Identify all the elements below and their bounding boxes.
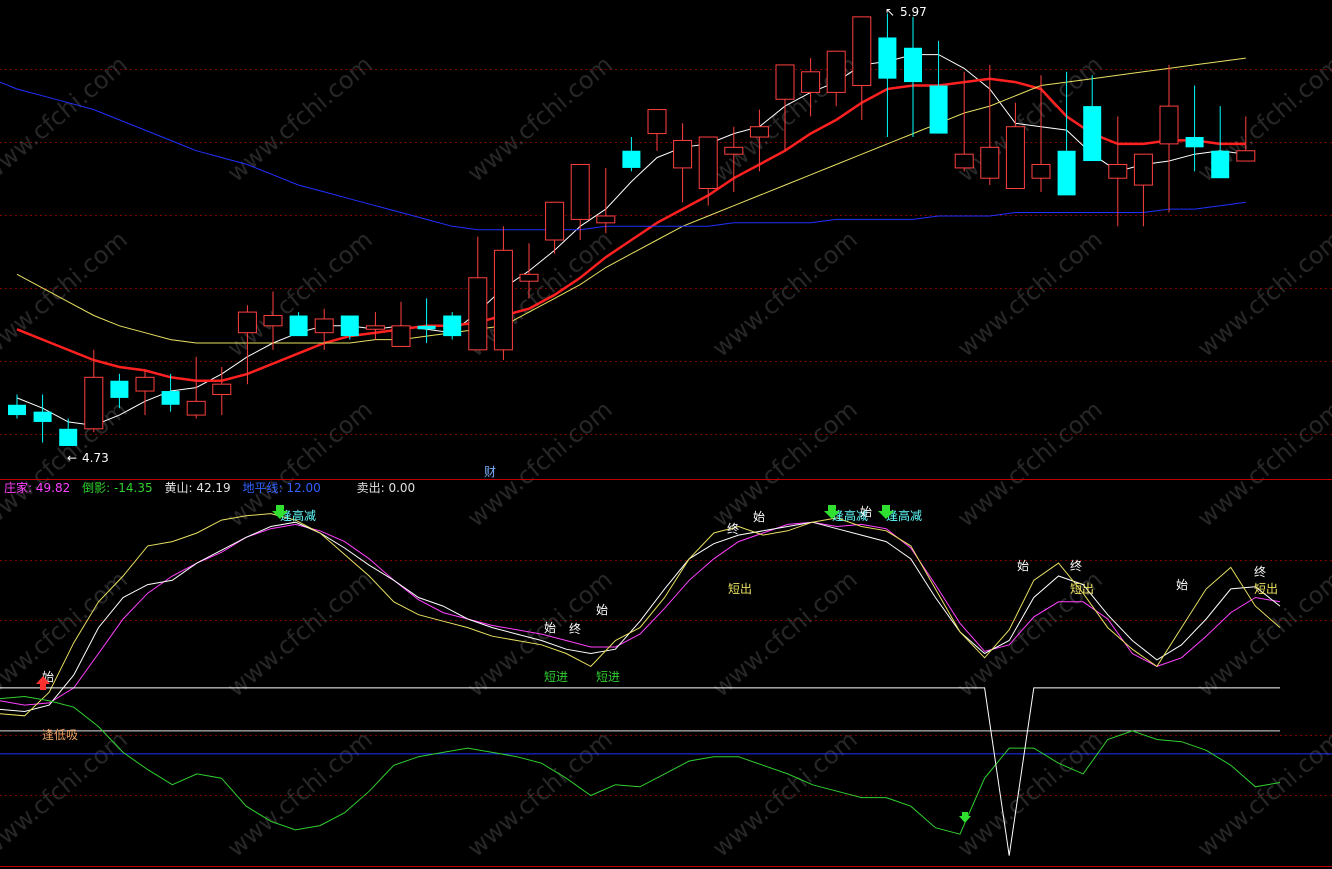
financial-report-marker[interactable]: 财 (484, 465, 496, 479)
candle-body (878, 37, 897, 79)
candle-body (186, 400, 206, 416)
signal-shi: 始 (860, 505, 872, 519)
candle-body (673, 139, 693, 169)
candle-body (826, 50, 846, 93)
candle-body (570, 163, 590, 220)
signal-zhong: 终 (1070, 558, 1082, 573)
signal-duan-jin: 短进 (596, 670, 620, 684)
signal-shi: 始 (596, 603, 608, 617)
header-value-huangshan: 42.19 (196, 481, 230, 495)
signal-feng-gao-jian: 逢高减 (886, 508, 922, 523)
candle-body (1057, 150, 1076, 196)
candle-body (698, 136, 718, 190)
signal-duan-chu: 短出 (728, 582, 752, 596)
candle-body (1159, 105, 1179, 145)
candle-body (110, 380, 129, 398)
header-value-daoying: -14.35 (114, 481, 153, 495)
candle-body (33, 411, 52, 422)
signal-zhong: 终 (727, 521, 739, 536)
signal-shi: 始 (1017, 559, 1029, 573)
candle[interactable] (289, 312, 308, 337)
candle-body (852, 16, 872, 87)
signal-zhong: 终 (569, 621, 581, 636)
signal-duan-chu: 短出 (1070, 582, 1094, 596)
low-arrow-icon: ← (67, 451, 77, 465)
candle-body (596, 215, 616, 224)
candle-body (904, 47, 922, 83)
signal-feng-gao-jian: 逢高减 (280, 508, 316, 523)
candle-body (84, 376, 104, 430)
candle-body (212, 383, 232, 395)
header-label-daoying: 倒影 (82, 481, 106, 495)
candle[interactable] (340, 315, 359, 340)
candle-body (545, 201, 565, 241)
candle-body (237, 311, 257, 334)
candle-body (135, 376, 155, 392)
candle[interactable] (443, 312, 462, 340)
signal-feng-di-xi: 逢低吸 (42, 728, 78, 742)
candle-body (314, 318, 334, 334)
candle-body (1031, 163, 1051, 179)
candle-body (391, 325, 411, 347)
candle-body (59, 428, 78, 446)
candle-body (622, 150, 641, 168)
high-price-label: 5.97 (900, 5, 927, 19)
candle-body (365, 325, 385, 330)
candle-body (801, 71, 821, 93)
signal-shi: 始 (1176, 578, 1188, 592)
signal-duan-jin: 短进 (544, 670, 568, 684)
candle-body (340, 315, 359, 337)
candle-body (8, 404, 26, 416)
signal-shi: 始 (544, 621, 556, 635)
candle-body (724, 146, 744, 155)
candle-body (493, 249, 513, 351)
candle-body (980, 146, 1000, 179)
candle-body (647, 109, 667, 135)
candle-body (1211, 150, 1230, 179)
candle-body (443, 315, 462, 337)
header-value-dipingxian: 12.00 (286, 481, 320, 495)
header-value-zhuangjia: 49.82 (36, 481, 70, 495)
high-arrow-icon: ↖ (885, 5, 895, 19)
header-value-maichu: 0.00 (388, 481, 415, 495)
candle-body (1236, 150, 1256, 162)
candle-body (289, 315, 308, 337)
low-price-label: 4.73 (82, 451, 109, 465)
candle-body (1083, 106, 1102, 162)
candle-body (263, 315, 283, 327)
candle-body (954, 153, 974, 169)
header-label-zhuangjia: 庄家 (4, 480, 28, 495)
signal-shi: 始 (753, 510, 765, 524)
signal-zhong: 终 (1254, 564, 1266, 579)
candle-body (1185, 137, 1204, 148)
stock-chart[interactable]: www.cfchi.com www.cfchi.com www.cfchi.com w… (0, 0, 1332, 869)
candle-body (417, 325, 436, 330)
candle-body (161, 391, 180, 405)
header-label-dipingxian: 地平线 (243, 481, 279, 495)
header-label-maichu: 卖出 (357, 481, 381, 495)
candle-body (1108, 163, 1128, 179)
candle-body (749, 126, 769, 138)
candle-body (775, 64, 795, 100)
header-label-huangshan: 黄山 (164, 481, 188, 495)
signal-duan-chu: 短出 (1254, 582, 1278, 596)
candle-body (519, 273, 539, 282)
candle-body (1133, 153, 1153, 186)
candle-body (929, 85, 948, 134)
candle-body (468, 277, 488, 351)
candle-body (1005, 126, 1025, 190)
